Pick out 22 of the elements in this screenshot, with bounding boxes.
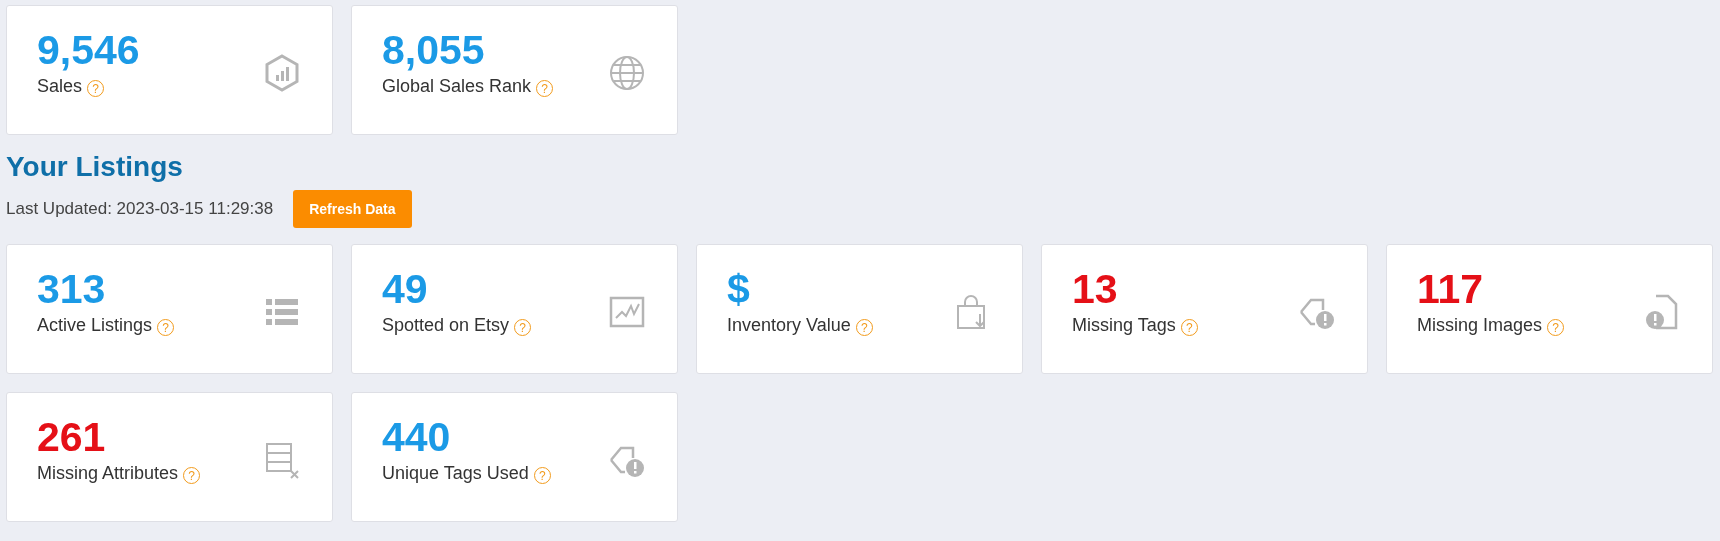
stat-label: Active Listings	[37, 315, 153, 336]
stat-value: 117	[1417, 267, 1484, 311]
stat-label: Inventory Value	[727, 315, 851, 336]
stat-value: 261	[37, 415, 106, 459]
refresh-button[interactable]: Refresh Data	[293, 190, 412, 228]
stat-value: $	[727, 267, 750, 311]
stat-value: 440	[382, 415, 451, 459]
section-title: Your Listings	[6, 150, 183, 184]
stat-label: Missing Images	[1417, 315, 1543, 336]
stat-value: 9,546	[37, 28, 140, 72]
stat-label: Global Sales Rank	[382, 76, 532, 97]
stat-label: Sales	[37, 76, 83, 97]
stat-value: 313	[37, 267, 106, 311]
stat-label: Missing Attributes	[37, 463, 179, 484]
stat-value: 8,055	[382, 28, 485, 72]
stat-value: 49	[382, 267, 428, 311]
stat-label: Unique Tags Used	[382, 463, 529, 484]
stat-label: Missing Tags	[1072, 315, 1176, 336]
last-updated-text: Last Updated: 2023-03-15 11:29:38	[6, 199, 274, 219]
stat-label: Spotted on Etsy	[382, 315, 510, 336]
stat-value: 13	[1072, 267, 1118, 311]
globe-icon	[607, 53, 647, 93]
